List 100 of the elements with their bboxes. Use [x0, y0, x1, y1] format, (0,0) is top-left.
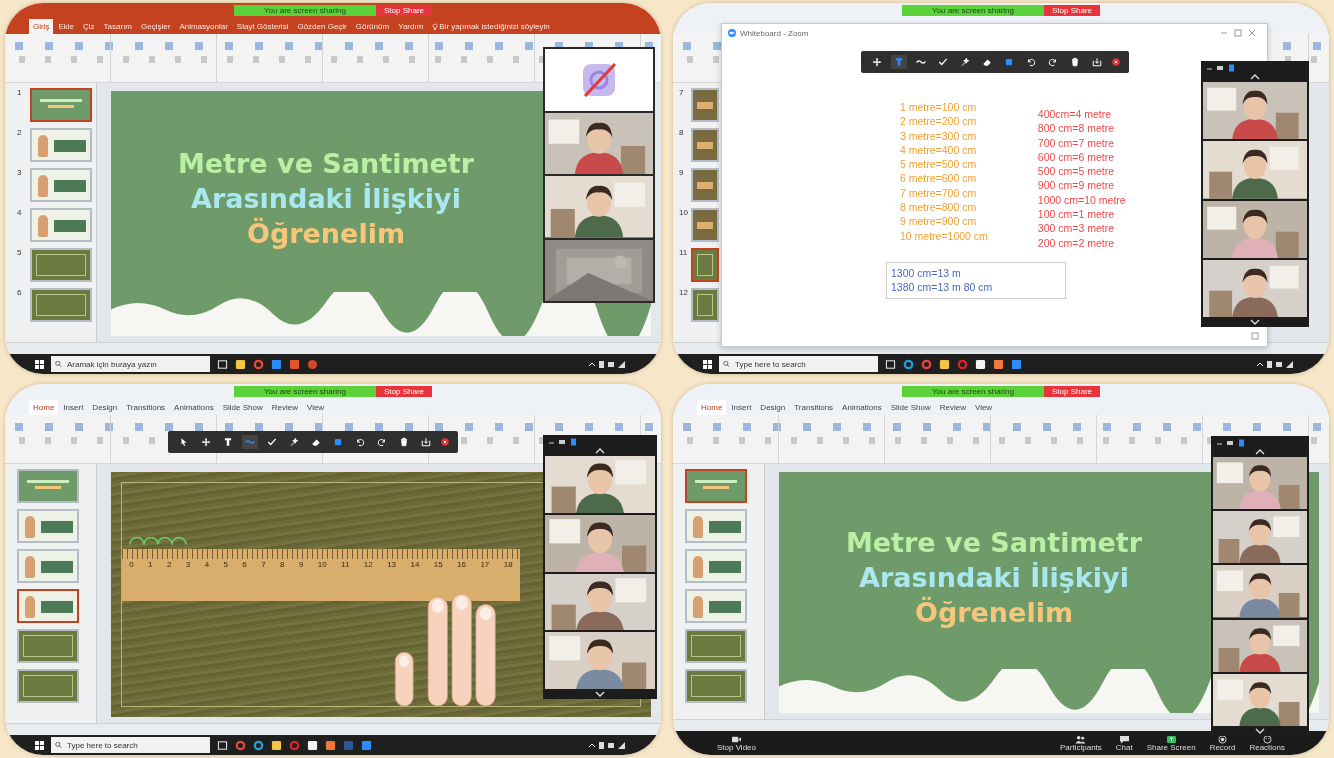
ribbon-tab[interactable]: Transitions: [122, 400, 170, 415]
slide-thumbnail[interactable]: [30, 128, 92, 162]
system-tray-icons[interactable]: [1255, 359, 1295, 369]
ribbon-tab[interactable]: Insert: [727, 400, 756, 415]
slide-thumbnail[interactable]: [30, 248, 92, 282]
caret-icon[interactable]: [1255, 449, 1265, 455]
ribbon-tab[interactable]: Design: [88, 400, 122, 415]
search-field[interactable]: Type here to search: [733, 356, 878, 372]
caret-icon[interactable]: [1250, 74, 1260, 80]
browser-icon[interactable]: [253, 358, 264, 370]
slide-thumbnail[interactable]: [691, 288, 719, 322]
browser-icon[interactable]: [903, 358, 914, 370]
slide-thumbnail[interactable]: [17, 469, 79, 503]
gallery-controls[interactable]: [1216, 438, 1246, 447]
ribbon-tab[interactable]: Slide Show: [218, 400, 267, 415]
presentation-app-icon[interactable]: [307, 358, 318, 370]
meeting-control-button[interactable]: Stop Video: [717, 734, 756, 752]
meeting-control-button[interactable]: Share Screen: [1146, 734, 1196, 752]
windows-start-icon[interactable]: [703, 359, 712, 369]
video-app-icon[interactable]: [1011, 358, 1022, 370]
slide-thumbnail[interactable]: [691, 208, 719, 242]
ribbon-tab[interactable]: Home: [29, 400, 59, 415]
video-app-icon[interactable]: [361, 739, 372, 751]
browser-icon[interactable]: [253, 739, 264, 751]
ribbon-tab[interactable]: Review: [267, 400, 302, 415]
slide-thumbnail[interactable]: [685, 669, 747, 703]
browser-icon[interactable]: [921, 358, 932, 370]
ribbon-tab[interactable]: Görünüm: [351, 19, 394, 34]
slide-thumbnail[interactable]: [685, 589, 747, 623]
ribbon-tab[interactable]: Home: [697, 400, 727, 415]
ribbon-tab[interactable]: Giriş: [29, 19, 54, 34]
text-box-frame[interactable]: 1300 cm=13 m 1380 cm=13 m 80 cm: [886, 261, 1066, 299]
slide-thumbnail[interactable]: [691, 168, 719, 202]
meeting-control-button[interactable]: Participants: [1060, 734, 1102, 752]
folder-icon[interactable]: [939, 358, 950, 370]
slide-thumbnail[interactable]: [691, 88, 719, 122]
search-field[interactable]: Aramak için buraya yazın: [65, 356, 210, 372]
ribbon-tab[interactable]: Gözden Geçir: [293, 19, 351, 34]
ribbon-tab[interactable]: Yardım: [394, 19, 428, 34]
photos-icon[interactable]: [993, 358, 1004, 370]
slide-thumbnail[interactable]: [685, 549, 747, 583]
task-view-icon[interactable]: [885, 358, 896, 370]
ribbon-tab[interactable]: Tasarım: [99, 19, 137, 34]
file-icon[interactable]: [975, 358, 986, 370]
slide-thumbnail[interactable]: [30, 208, 92, 242]
slide-thumbnail[interactable]: [685, 469, 747, 503]
meeting-control-button[interactable]: Reactions: [1249, 734, 1285, 752]
slide-thumbnail[interactable]: [691, 248, 719, 282]
ribbon-tab[interactable]: Slide Show: [886, 400, 935, 415]
ribbon-tab[interactable]: Slayt Gösterisi: [232, 19, 293, 34]
slide-thumbnail[interactable]: [17, 629, 79, 663]
system-tray-icons[interactable]: [587, 359, 627, 369]
file-icon[interactable]: [307, 739, 318, 751]
search-field[interactable]: Type here to search: [65, 737, 210, 753]
browser-icon[interactable]: [235, 739, 246, 751]
stop-share-button[interactable]: Stop Share: [376, 386, 432, 397]
slide-thumbnail[interactable]: [17, 549, 79, 583]
close-icon[interactable]: [1110, 57, 1121, 67]
meeting-control-button[interactable]: Record: [1209, 734, 1236, 752]
slide-thumbnail[interactable]: [17, 589, 79, 623]
ribbon-tab[interactable]: Animasyonlar: [175, 19, 232, 34]
ribbon-tab[interactable]: Çiz: [79, 19, 99, 34]
ribbon-tab[interactable]: Design: [756, 400, 790, 415]
ribbon-tab[interactable]: Insert: [59, 400, 88, 415]
caret-icon[interactable]: [1250, 319, 1260, 325]
task-view-icon[interactable]: [217, 739, 228, 751]
ribbon-tab[interactable]: Geçişler: [137, 19, 175, 34]
browser-icon[interactable]: [957, 358, 968, 370]
system-tray-icons[interactable]: [587, 740, 627, 750]
ribbon-tab[interactable]: Animations: [170, 400, 218, 415]
browser-icon[interactable]: [289, 739, 300, 751]
gallery-controls[interactable]: [1206, 63, 1236, 72]
photos-icon[interactable]: [325, 739, 336, 751]
caret-icon[interactable]: [595, 691, 605, 697]
ribbon-tab[interactable]: Review: [935, 400, 970, 415]
ribbon-tab[interactable]: View: [302, 400, 329, 415]
slide-thumbnail[interactable]: [17, 669, 79, 703]
slide-thumbnail[interactable]: [30, 288, 92, 322]
stop-share-button[interactable]: Stop Share: [376, 5, 432, 16]
folder-icon[interactable]: [235, 358, 246, 370]
slide-thumbnail[interactable]: [30, 88, 92, 122]
ribbon-tab[interactable]: Animations: [838, 400, 886, 415]
stop-share-button[interactable]: Stop Share: [1044, 5, 1100, 16]
window-controls[interactable]: [1221, 29, 1257, 37]
task-view-icon[interactable]: [217, 358, 228, 370]
caret-icon[interactable]: [595, 448, 605, 454]
slide-thumbnail[interactable]: [30, 168, 92, 202]
gallery-controls[interactable]: [548, 437, 578, 446]
ribbon-tab[interactable]: Transitions: [790, 400, 838, 415]
ribbon-tab[interactable]: View: [970, 400, 997, 415]
slide-thumbnail[interactable]: [691, 128, 719, 162]
video-app-icon[interactable]: [271, 358, 282, 370]
ribbon-tab[interactable]: Ekle: [54, 19, 78, 34]
windows-start-icon[interactable]: [35, 740, 44, 750]
caret-icon[interactable]: [1255, 728, 1265, 734]
slide-thumbnail[interactable]: [17, 509, 79, 543]
tell-me-text[interactable]: Bir yapmak istediğinizi söyleyin: [439, 22, 550, 31]
meeting-control-button[interactable]: Chat: [1115, 734, 1133, 752]
folder-icon[interactable]: [271, 739, 282, 751]
office-icon[interactable]: [289, 358, 300, 370]
